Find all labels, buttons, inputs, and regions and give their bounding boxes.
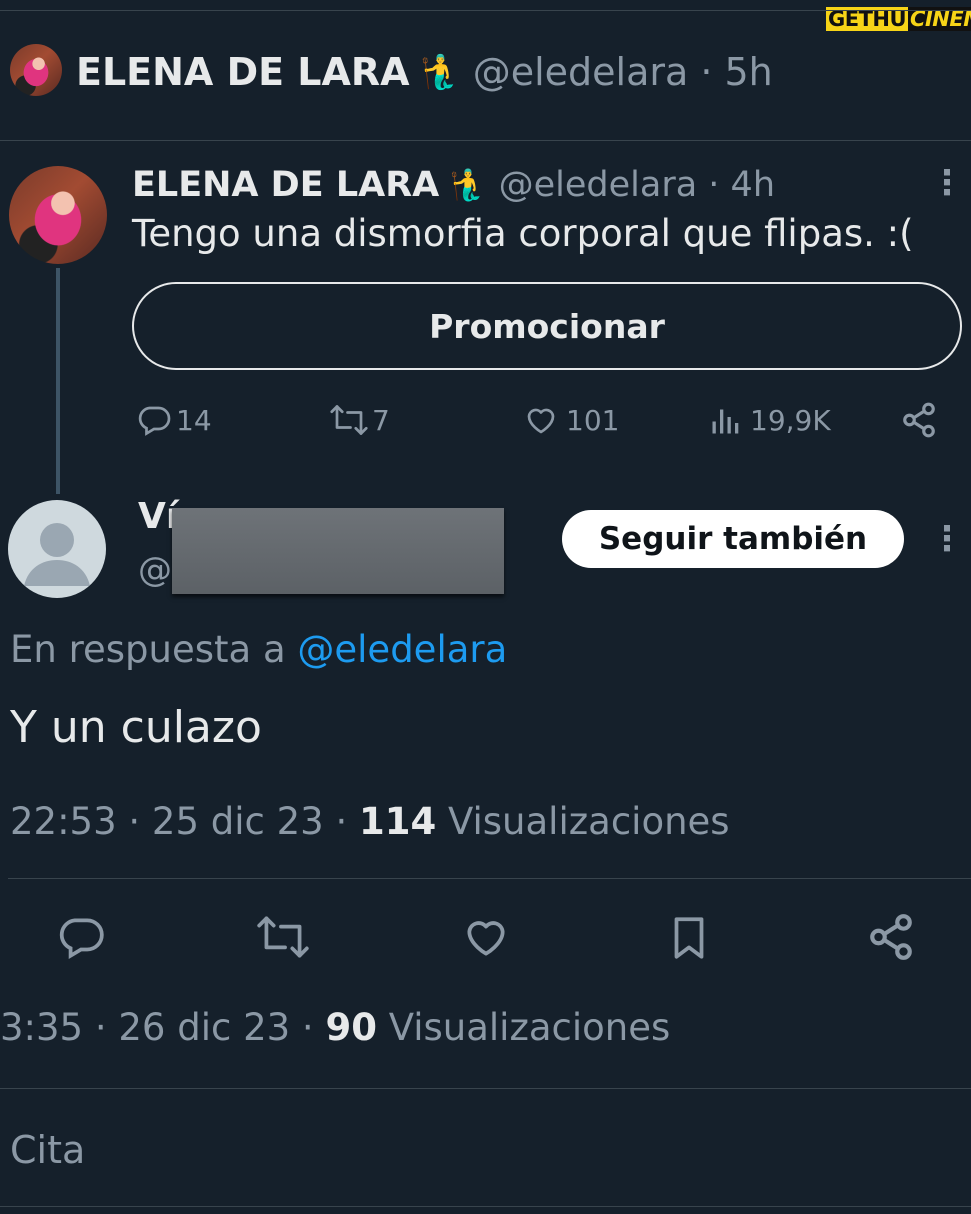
in-reply-prefix: En respuesta a (10, 628, 286, 671)
redaction-box (172, 508, 504, 594)
quote-views-count: 90 (325, 1006, 377, 1049)
thread-line (56, 268, 60, 494)
retweet-icon (328, 402, 370, 438)
heart-icon (460, 912, 512, 962)
reply-timestamp[interactable]: 22:53 · 25 dic 23 · (10, 800, 347, 843)
like-count: 101 (566, 403, 620, 437)
in-reply-to: En respuesta a @eledelara (10, 628, 507, 671)
retweet-icon (254, 912, 312, 962)
top-divider (0, 10, 971, 11)
reply-count: 14 (176, 403, 212, 437)
reply-author-avatar[interactable] (8, 500, 106, 598)
share-button[interactable] (866, 912, 916, 962)
views-stat[interactable]: 19,9K (708, 400, 831, 440)
quote-author-avatar[interactable] (10, 44, 62, 96)
original-tweet-text: Tengo una dismorfia corporal que flipas.… (132, 212, 914, 255)
heart-icon (522, 402, 560, 438)
reply-views-count: 114 (359, 800, 437, 843)
meta-divider (8, 878, 971, 879)
share-button[interactable] (900, 400, 938, 440)
reply-stat[interactable]: 14 (136, 400, 212, 440)
quote-timestamp[interactable]: 3:35 · 26 dic 23 · (0, 1006, 314, 1049)
promote-button[interactable]: Promocionar (132, 282, 962, 370)
reply-tweet-meta: 22:53 · 25 dic 23 · 114 Visualizaciones (10, 800, 730, 843)
views-count: 19,9K (750, 403, 831, 437)
reply-button[interactable] (56, 912, 106, 962)
promote-button-label: Promocionar (429, 306, 665, 346)
reply-author-handle[interactable]: @ (138, 550, 172, 590)
quote-header: ELENA DE LARA 🧜‍♂️ @eledelara · 5h (76, 46, 773, 98)
retweet-button[interactable] (254, 912, 312, 962)
original-tweet-header: ELENA DE LARA 🧜‍♂️ @eledelara · 4h (132, 162, 775, 208)
bookmark-icon (664, 912, 714, 964)
retweet-count: 7 (372, 403, 390, 437)
header-divider (0, 140, 971, 141)
like-button[interactable] (460, 912, 512, 962)
quote-author-handle-time[interactable]: @eledelara · 5h (473, 50, 773, 94)
reply-views-label: Visualizaciones (448, 800, 730, 843)
follow-button-label: Seguir también (598, 521, 868, 557)
reply-tweet-text: Y un culazo (10, 702, 262, 753)
bookmark-button[interactable] (664, 912, 714, 964)
original-more-button[interactable]: ⋮ (930, 166, 964, 200)
footer-divider (0, 1206, 971, 1207)
screenshot-root: GETHUCINEMA ELENA DE LARA 🧜‍♂️ @eledelar… (0, 0, 971, 1214)
like-stat[interactable]: 101 (522, 400, 619, 440)
original-author-name[interactable]: ELENA DE LARA (132, 165, 439, 205)
follow-button[interactable]: Seguir también (562, 510, 904, 568)
quote-views-label: Visualizaciones (388, 1006, 671, 1049)
quote-tweet-meta: 3:35 · 26 dic 23 · 90 Visualizaciones (0, 1006, 670, 1049)
original-author-handle-time[interactable]: @eledelara · 4h (499, 165, 775, 205)
reply-icon (56, 912, 106, 962)
quote-author-name[interactable]: ELENA DE LARA (76, 50, 410, 94)
retweet-stat[interactable]: 7 (328, 400, 390, 440)
share-icon (900, 401, 938, 439)
original-author-avatar[interactable] (9, 166, 107, 264)
tab-quotes[interactable]: Cita (10, 1128, 85, 1172)
default-avatar-icon (24, 523, 90, 586)
in-reply-handle-link[interactable]: @eledelara (297, 628, 507, 671)
share-icon (866, 912, 916, 962)
bottom-divider (0, 1088, 971, 1089)
reply-icon (136, 402, 172, 438)
reply-more-button[interactable]: ⋮ (930, 522, 964, 556)
analytics-icon (708, 402, 744, 438)
mermaid-emoji: 🧜‍♂️ (449, 167, 487, 203)
mermaid-emoji: 🧜‍♂️ (419, 52, 461, 91)
